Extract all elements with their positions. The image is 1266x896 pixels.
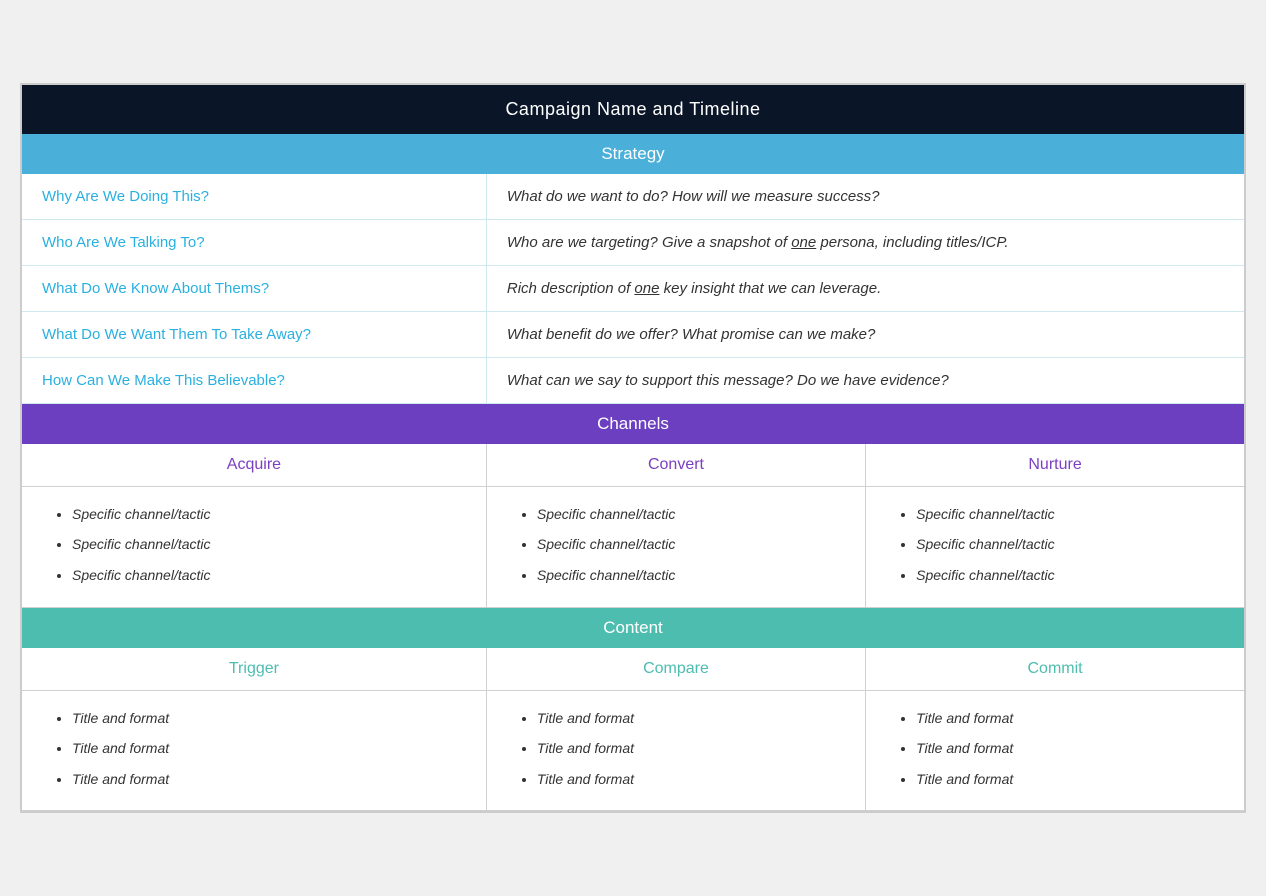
content-content-row: Title and format Title and format Title … (22, 690, 1244, 811)
strategy-question-3: What Do We Know About Thems? (22, 265, 486, 311)
content-commit-list: Title and format Title and format Title … (866, 690, 1244, 811)
strategy-question-1: Why Are We Doing This? (22, 174, 486, 220)
channels-section-header: Channels (22, 403, 1244, 444)
list-item: Specific channel/tactic (72, 501, 466, 528)
content-col-compare: Compare (486, 648, 865, 691)
content-col-headers: Trigger Compare Commit (22, 648, 1244, 691)
trigger-bullet-list: Title and format Title and format Title … (42, 705, 466, 793)
strategy-question-4: What Do We Want Them To Take Away? (22, 311, 486, 357)
channels-col-acquire: Acquire (22, 444, 486, 487)
list-item: Specific channel/tactic (537, 531, 845, 558)
campaign-title: Campaign Name and Timeline (22, 85, 1244, 134)
acquire-bullet-list: Specific channel/tactic Specific channel… (42, 501, 466, 589)
list-item: Specific channel/tactic (916, 562, 1224, 589)
compare-bullet-list: Title and format Title and format Title … (507, 705, 845, 793)
channels-col-headers: Acquire Convert Nurture (22, 444, 1244, 487)
strategy-row-1: Why Are We Doing This? What do we want t… (22, 174, 1244, 220)
content-compare-list: Title and format Title and format Title … (486, 690, 865, 811)
list-item: Specific channel/tactic (72, 562, 466, 589)
channels-col-nurture: Nurture (866, 444, 1244, 487)
strategy-answer-5: What can we say to support this message?… (486, 357, 1244, 403)
content-col-trigger: Trigger (22, 648, 486, 691)
campaign-header-row: Campaign Name and Timeline (22, 85, 1244, 134)
commit-bullet-list: Title and format Title and format Title … (886, 705, 1224, 793)
strategy-row-4: What Do We Want Them To Take Away? What … (22, 311, 1244, 357)
list-item: Title and format (72, 735, 466, 762)
strategy-section-header: Strategy (22, 134, 1244, 174)
list-item: Title and format (916, 705, 1224, 732)
channels-nurture-list: Specific channel/tactic Specific channel… (866, 486, 1244, 607)
list-item: Title and format (537, 766, 845, 793)
list-item: Specific channel/tactic (72, 531, 466, 558)
list-item: Title and format (916, 766, 1224, 793)
list-item: Specific channel/tactic (916, 531, 1224, 558)
list-item: Specific channel/tactic (916, 501, 1224, 528)
content-section-header: Content (22, 607, 1244, 648)
channels-label: Channels (22, 403, 1244, 444)
strategy-row-5: How Can We Make This Believable? What ca… (22, 357, 1244, 403)
strategy-answer-2: Who are we targeting? Give a snapshot of… (486, 219, 1244, 265)
list-item: Title and format (537, 735, 845, 762)
content-label: Content (22, 607, 1244, 648)
list-item: Specific channel/tactic (537, 562, 845, 589)
content-col-commit: Commit (866, 648, 1244, 691)
list-item: Title and format (916, 735, 1224, 762)
list-item: Title and format (537, 705, 845, 732)
channels-convert-list: Specific channel/tactic Specific channel… (486, 486, 865, 607)
list-item: Title and format (72, 705, 466, 732)
channels-col-convert: Convert (486, 444, 865, 487)
content-trigger-list: Title and format Title and format Title … (22, 690, 486, 811)
strategy-answer-3: Rich description of one key insight that… (486, 265, 1244, 311)
strategy-row-3: What Do We Know About Thems? Rich descri… (22, 265, 1244, 311)
nurture-bullet-list: Specific channel/tactic Specific channel… (886, 501, 1224, 589)
list-item: Specific channel/tactic (537, 501, 845, 528)
strategy-question-2: Who Are We Talking To? (22, 219, 486, 265)
strategy-answer-1: What do we want to do? How will we measu… (486, 174, 1244, 220)
strategy-row-2: Who Are We Talking To? Who are we target… (22, 219, 1244, 265)
channels-content-row: Specific channel/tactic Specific channel… (22, 486, 1244, 607)
strategy-answer-4: What benefit do we offer? What promise c… (486, 311, 1244, 357)
strategy-label: Strategy (22, 134, 1244, 174)
convert-bullet-list: Specific channel/tactic Specific channel… (507, 501, 845, 589)
channels-acquire-list: Specific channel/tactic Specific channel… (22, 486, 486, 607)
strategy-question-5: How Can We Make This Believable? (22, 357, 486, 403)
main-table: Campaign Name and Timeline Strategy Why … (20, 83, 1246, 814)
list-item: Title and format (72, 766, 466, 793)
